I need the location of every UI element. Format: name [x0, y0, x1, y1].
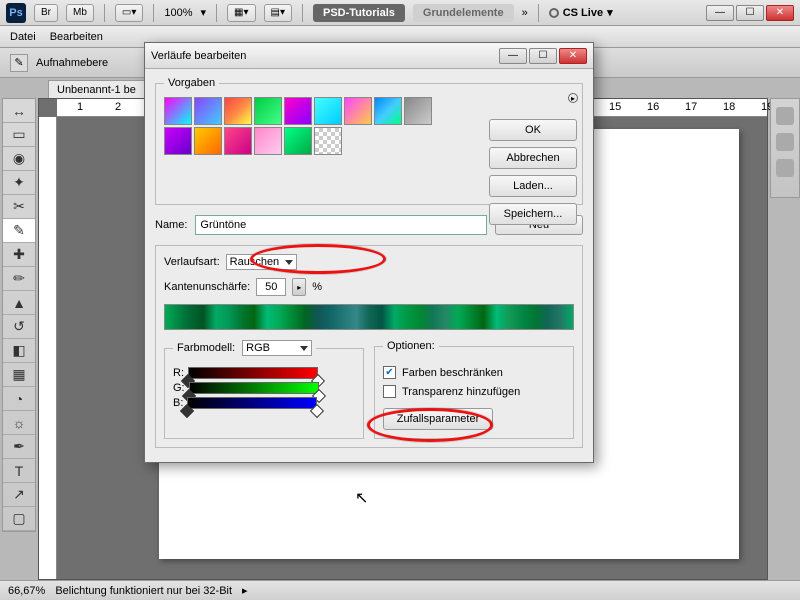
preset-swatch[interactable]: [224, 127, 252, 155]
name-input[interactable]: [195, 215, 487, 235]
blur-tool[interactable]: ◔: [3, 387, 35, 411]
preset-swatch[interactable]: [164, 127, 192, 155]
eyedropper-tool[interactable]: ✎: [3, 219, 35, 243]
preset-swatch[interactable]: [224, 97, 252, 125]
shape-tool[interactable]: ▢: [3, 507, 35, 531]
workspace-tab-inactive[interactable]: Grundelemente: [413, 4, 514, 22]
crop-tool[interactable]: ✂: [3, 195, 35, 219]
gradient-type-select[interactable]: Rauschen: [226, 254, 298, 270]
panel-icon[interactable]: [776, 133, 794, 151]
zoom-status[interactable]: 66,67%: [8, 585, 45, 597]
dodge-tool[interactable]: ☼: [3, 411, 35, 435]
vertical-ruler: [39, 117, 57, 579]
panel-icon[interactable]: [776, 107, 794, 125]
screen-mode-button[interactable]: ▭▾: [115, 4, 143, 22]
type-tool[interactable]: T: [3, 459, 35, 483]
menu-edit[interactable]: Bearbeiten: [50, 31, 103, 43]
dialog-titlebar[interactable]: Verläufe bearbeiten — ☐ ✕: [145, 43, 593, 69]
roughness-input[interactable]: [256, 278, 286, 296]
green-slider[interactable]: [189, 382, 319, 394]
eyedropper-icon: ✎: [10, 54, 28, 72]
photoshop-logo: Ps: [6, 3, 26, 23]
window-minimize-button[interactable]: —: [706, 5, 734, 21]
blue-slider[interactable]: [187, 397, 317, 409]
stamp-tool[interactable]: ▲: [3, 291, 35, 315]
menu-file[interactable]: Datei: [10, 31, 36, 43]
healing-tool[interactable]: ✚: [3, 243, 35, 267]
window-maximize-button[interactable]: ☐: [736, 5, 764, 21]
zoom-readout[interactable]: 100%: [164, 7, 192, 19]
status-bar: 66,67% Belichtung funktioniert nur bei 3…: [0, 580, 800, 600]
preset-swatch[interactable]: [164, 97, 192, 125]
preset-swatch[interactable]: [314, 127, 342, 155]
minibridge-button[interactable]: Mb: [66, 4, 94, 22]
preset-swatch[interactable]: [284, 127, 312, 155]
roughness-label: Kantenunschärfe:: [164, 281, 250, 293]
history-brush-tool[interactable]: ↺: [3, 315, 35, 339]
gradient-tool[interactable]: ▦: [3, 363, 35, 387]
panel-icon[interactable]: [776, 159, 794, 177]
sample-size-label: Aufnahmebere: [36, 57, 108, 69]
right-panel-dock: [770, 98, 800, 198]
options-fieldset: Optionen: ✔Farben beschränken Transparen…: [374, 340, 574, 439]
gradient-settings-fieldset: Verlaufsart: Rauschen Kantenunschärfe: ▸…: [155, 245, 583, 448]
cs-live-button[interactable]: CS Live ▾: [549, 6, 613, 19]
preset-swatch[interactable]: [404, 97, 432, 125]
path-tool[interactable]: ↗: [3, 483, 35, 507]
preset-swatch[interactable]: [194, 127, 222, 155]
color-model-select[interactable]: RGB: [242, 340, 312, 356]
add-transparency-checkbox[interactable]: [383, 385, 396, 398]
move-tool[interactable]: ↔: [3, 99, 35, 123]
save-button[interactable]: Speichern...: [489, 203, 577, 225]
percent-label: %: [312, 281, 322, 293]
color-model-fieldset: Farbmodell: RGB R: G: B:: [164, 340, 364, 439]
status-message: Belichtung funktioniert nur bei 32-Bit: [55, 585, 232, 597]
dialog-maximize-button[interactable]: ☐: [529, 48, 557, 64]
document-tab[interactable]: Unbenannt-1 be: [48, 80, 145, 99]
presets-flyout-button[interactable]: ▸: [568, 93, 578, 103]
preset-swatch[interactable]: [254, 127, 282, 155]
app-toolbar: Ps Br Mb ▭▾ 100% ▾ ▦▾ ▤▾ PSD-Tutorials G…: [0, 0, 800, 26]
marquee-tool[interactable]: ▭: [3, 123, 35, 147]
ok-button[interactable]: OK: [489, 119, 577, 141]
name-label: Name:: [155, 219, 187, 231]
gradient-type-label: Verlaufsart:: [164, 256, 220, 268]
arrange-button[interactable]: ▦▾: [227, 4, 255, 22]
extras-button[interactable]: ▤▾: [264, 4, 292, 22]
load-button[interactable]: Laden...: [489, 175, 577, 197]
preset-swatch[interactable]: [314, 97, 342, 125]
gradient-preview: [164, 304, 574, 330]
workspace-tab-active[interactable]: PSD-Tutorials: [313, 4, 405, 22]
gradient-editor-dialog: Verläufe bearbeiten — ☐ ✕ Vorgaben ▸ OK …: [144, 42, 594, 463]
roughness-stepper[interactable]: ▸: [292, 278, 306, 296]
dialog-minimize-button[interactable]: —: [499, 48, 527, 64]
dialog-close-button[interactable]: ✕: [559, 48, 587, 64]
preset-swatch[interactable]: [194, 97, 222, 125]
window-close-button[interactable]: ✕: [766, 5, 794, 21]
workspace-more[interactable]: »: [522, 7, 528, 19]
red-slider[interactable]: [188, 367, 318, 379]
cancel-button[interactable]: Abbrechen: [489, 147, 577, 169]
preset-swatch[interactable]: [374, 97, 402, 125]
brush-tool[interactable]: ✏: [3, 267, 35, 291]
dialog-title: Verläufe bearbeiten: [151, 50, 246, 62]
eraser-tool[interactable]: ◧: [3, 339, 35, 363]
randomize-button[interactable]: Zufallsparameter: [383, 408, 493, 430]
presets-legend: Vorgaben: [164, 77, 219, 89]
dropdown-icon: [285, 260, 293, 265]
preset-swatch[interactable]: [284, 97, 312, 125]
wand-tool[interactable]: ✦: [3, 171, 35, 195]
preset-swatch[interactable]: [254, 97, 282, 125]
bridge-button[interactable]: Br: [34, 4, 58, 22]
toolbox: ↔ ▭ ◉ ✦ ✂ ✎ ✚ ✏ ▲ ↺ ◧ ▦ ◔ ☼ ✒ T ↗ ▢: [2, 98, 36, 532]
lasso-tool[interactable]: ◉: [3, 147, 35, 171]
pen-tool[interactable]: ✒: [3, 435, 35, 459]
preset-swatch[interactable]: [344, 97, 372, 125]
restrict-colors-checkbox[interactable]: ✔: [383, 366, 396, 379]
